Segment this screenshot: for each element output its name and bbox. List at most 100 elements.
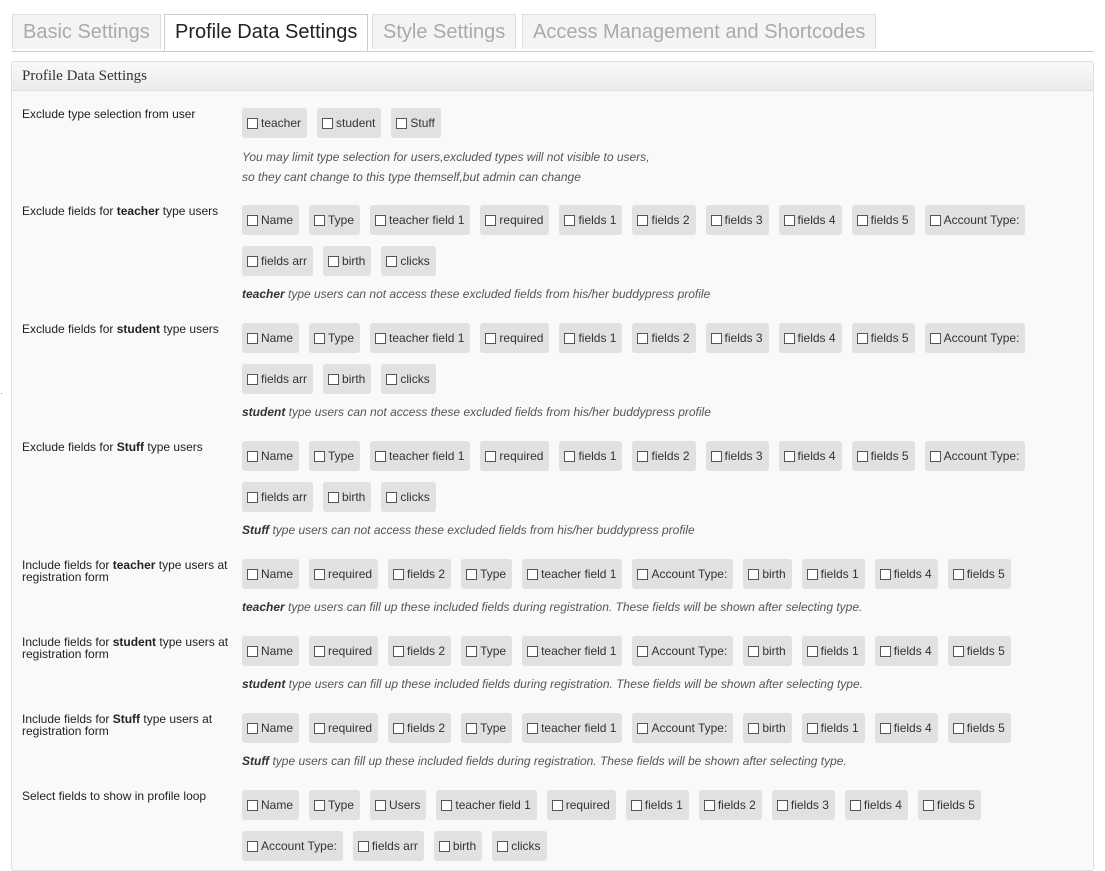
checkbox-option[interactable]: fields 2 [388, 559, 452, 589]
checkbox[interactable] [247, 840, 258, 852]
checkbox[interactable] [247, 568, 258, 580]
checkbox-option[interactable]: Name [242, 636, 300, 666]
checkbox[interactable] [247, 491, 258, 503]
checkbox-option[interactable]: fields 1 [801, 636, 865, 666]
checkbox-option[interactable]: Name [242, 441, 300, 471]
checkbox[interactable] [710, 332, 722, 344]
checkbox[interactable] [564, 214, 576, 226]
checkbox[interactable] [441, 799, 453, 811]
checkbox-option[interactable]: fields arr [242, 364, 314, 394]
checkbox[interactable] [375, 332, 387, 344]
checkbox[interactable] [328, 491, 340, 503]
checkbox-option[interactable]: teacher field 1 [436, 790, 537, 820]
checkbox[interactable] [630, 799, 642, 811]
checkbox-option[interactable]: Name [242, 790, 300, 820]
checkbox[interactable] [497, 840, 509, 852]
checkbox-option[interactable]: Type [309, 790, 361, 820]
checkbox[interactable] [929, 450, 941, 462]
checkbox-option[interactable]: required [480, 441, 550, 471]
checkbox-option[interactable]: student [317, 108, 382, 138]
checkbox[interactable] [637, 722, 649, 734]
checkbox-option[interactable]: teacher [242, 108, 308, 138]
checkbox-option[interactable]: Type [461, 636, 513, 666]
checkbox-option[interactable]: Type [309, 441, 361, 471]
checkbox[interactable] [952, 568, 964, 580]
checkbox-option[interactable]: Type [461, 713, 513, 743]
checkbox[interactable] [247, 117, 258, 129]
checkbox[interactable] [485, 332, 497, 344]
checkbox[interactable] [637, 645, 649, 657]
checkbox[interactable] [748, 568, 760, 580]
checkbox-option[interactable]: Name [242, 323, 300, 353]
checkbox-option[interactable]: fields 4 [844, 790, 908, 820]
checkbox[interactable] [314, 799, 326, 811]
checkbox-option[interactable]: clicks [381, 482, 436, 512]
checkbox-option[interactable]: Name [242, 205, 300, 235]
checkbox[interactable] [375, 799, 387, 811]
checkbox-option[interactable]: birth [743, 559, 792, 589]
checkbox-option[interactable]: fields 4 [778, 205, 842, 235]
checkbox[interactable] [328, 255, 340, 267]
checkbox[interactable] [856, 214, 868, 226]
checkbox[interactable] [783, 332, 795, 344]
checkbox[interactable] [485, 450, 497, 462]
checkbox[interactable] [527, 568, 539, 580]
checkbox-option[interactable]: fields 2 [698, 790, 762, 820]
checkbox-option[interactable]: fields 3 [705, 323, 769, 353]
checkbox-option[interactable]: clicks [381, 246, 436, 276]
checkbox[interactable] [466, 645, 478, 657]
checkbox[interactable] [386, 491, 398, 503]
checkbox-option[interactable]: Type [309, 323, 361, 353]
checkbox[interactable] [322, 117, 334, 129]
checkbox[interactable] [551, 799, 563, 811]
checkbox[interactable] [485, 214, 497, 226]
checkbox-option[interactable]: required [480, 205, 550, 235]
checkbox[interactable] [806, 568, 818, 580]
checkbox-option[interactable]: fields 4 [874, 559, 938, 589]
checkbox[interactable] [466, 722, 478, 734]
checkbox[interactable] [466, 568, 478, 580]
checkbox[interactable] [314, 645, 326, 657]
checkbox-option[interactable]: Account Type: [632, 636, 734, 666]
checkbox-option[interactable]: clicks [381, 364, 436, 394]
checkbox-option[interactable]: fields 4 [874, 636, 938, 666]
checkbox-option[interactable]: fields 5 [947, 559, 1011, 589]
checkbox[interactable] [386, 373, 398, 385]
checkbox-option[interactable]: required [309, 713, 379, 743]
tab-basic-settings[interactable]: Basic Settings [12, 14, 161, 49]
checkbox[interactable] [393, 568, 405, 580]
checkbox[interactable] [564, 332, 576, 344]
checkbox-option[interactable]: fields 2 [632, 205, 696, 235]
checkbox-option[interactable]: teacher field 1 [522, 636, 623, 666]
checkbox[interactable] [703, 799, 715, 811]
checkbox-option[interactable]: required [309, 636, 379, 666]
checkbox-option[interactable]: fields 5 [851, 323, 915, 353]
checkbox[interactable] [314, 568, 326, 580]
checkbox[interactable] [247, 255, 258, 267]
tab-profile-data-settings[interactable]: Profile Data Settings [164, 14, 369, 51]
checkbox-option[interactable]: fields 4 [778, 441, 842, 471]
checkbox-option[interactable]: fields 4 [778, 323, 842, 353]
checkbox[interactable] [375, 450, 387, 462]
checkbox-option[interactable]: Type [461, 559, 513, 589]
checkbox-option[interactable]: Name [242, 713, 300, 743]
checkbox[interactable] [637, 450, 649, 462]
checkbox[interactable] [396, 117, 408, 129]
checkbox-option[interactable]: Name [242, 559, 300, 589]
checkbox-option[interactable]: birth [743, 713, 792, 743]
checkbox[interactable] [386, 255, 398, 267]
checkbox[interactable] [247, 799, 258, 811]
checkbox-option[interactable]: birth [433, 831, 483, 861]
checkbox[interactable] [929, 332, 941, 344]
checkbox[interactable] [564, 450, 576, 462]
checkbox-option[interactable]: fields 2 [632, 441, 696, 471]
checkbox-option[interactable]: fields 3 [705, 441, 769, 471]
checkbox-option[interactable]: fields 1 [559, 323, 623, 353]
checkbox-option[interactable]: fields arr [242, 482, 314, 512]
checkbox[interactable] [393, 645, 405, 657]
checkbox[interactable] [357, 840, 369, 852]
checkbox[interactable] [527, 645, 539, 657]
checkbox[interactable] [952, 645, 964, 657]
checkbox[interactable] [710, 450, 722, 462]
checkbox[interactable] [247, 645, 258, 657]
